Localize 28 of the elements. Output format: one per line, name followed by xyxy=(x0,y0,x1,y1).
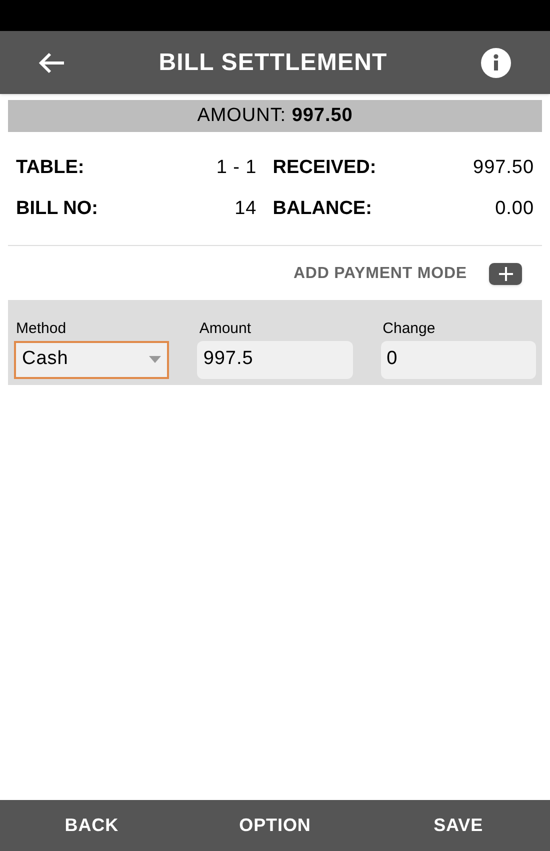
summary-value: 1 - 1 xyxy=(216,156,257,180)
summary-label: RECEIVED: xyxy=(272,156,378,180)
amount-text: AMOUNT: 997.50 xyxy=(197,104,353,128)
summary-value: 997.50 xyxy=(473,156,534,180)
field-label: Method xyxy=(16,319,68,339)
input-field[interactable]: 0 xyxy=(380,340,536,378)
field-value: 997.5 xyxy=(203,347,254,372)
bottom-bar-button[interactable]: SAVE xyxy=(366,812,550,839)
field-value: 0 xyxy=(386,347,399,372)
field-label: Change xyxy=(382,319,436,339)
summary-label: TABLE: xyxy=(16,156,86,180)
info-icon[interactable] xyxy=(480,46,512,78)
field-value: Cash xyxy=(22,347,70,372)
summary-label: BALANCE: xyxy=(272,196,373,220)
input-field[interactable]: 997.5 xyxy=(197,340,353,378)
summary-value: 0.00 xyxy=(494,196,534,220)
header-title: BILL SETTLEMENT xyxy=(158,48,388,78)
summary-label: BILL NO: xyxy=(16,196,99,220)
plus-icon xyxy=(498,267,512,281)
method-select[interactable]: Cash xyxy=(14,340,170,378)
dropdown-caret-icon xyxy=(149,356,162,363)
add-payment-mode-label: ADD PAYMENT MODE xyxy=(293,264,467,284)
add-button[interactable] xyxy=(489,263,522,285)
field-label: Amount xyxy=(199,319,252,339)
summary-value: 14 xyxy=(234,196,257,220)
bottom-bar-button[interactable]: BACK xyxy=(0,812,184,839)
bottom-bar-button[interactable]: OPTION xyxy=(183,812,367,839)
back-arrow-icon[interactable] xyxy=(38,52,66,74)
